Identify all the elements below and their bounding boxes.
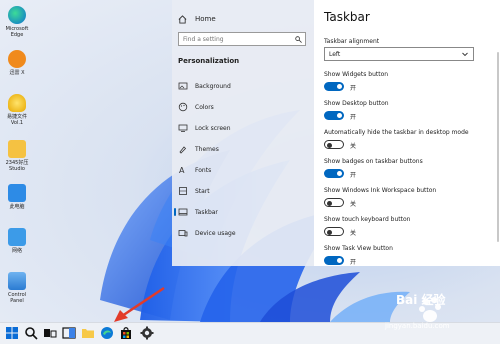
nav-item-device-usage[interactable]: Device usage [176,225,310,241]
file-explorer-icon[interactable] [81,326,95,340]
nav-item-themes[interactable]: Themes [176,141,310,157]
toggle-state: 开 [350,172,357,179]
touch-keyboard-toggle[interactable] [324,227,344,236]
toggle-state: 开 [350,259,357,266]
nav-item-label: Fonts [195,166,212,174]
nav-item-label: Background [195,82,231,90]
nav-item-background[interactable]: Background [176,78,310,94]
section-heading: Personalization [178,57,240,65]
chevron-down-icon [462,52,468,57]
nav-item-fonts[interactable]: A Fonts [176,162,310,178]
nav-item-start[interactable]: Start [176,183,310,199]
nav-item-label: Start [195,187,210,195]
settings-nav-pane: Home Personalization Background Colors L… [172,0,314,266]
palette-icon [178,102,188,112]
monitor-icon [178,124,188,132]
start-icon[interactable] [5,326,19,340]
settings-icon[interactable] [140,326,154,340]
nav-item-label: Themes [195,145,219,153]
store-icon[interactable] [119,326,133,340]
edge-icon [8,6,26,24]
svg-text:A: A [179,166,185,175]
watermark-text: Bai 经验 [396,293,446,307]
nav-item-label: Colors [195,103,214,111]
toggle-state: 关 [350,230,357,237]
nav-item-taskbar[interactable]: Taskbar [174,204,310,220]
home-icon [178,14,187,24]
nav-item-colors[interactable]: Colors [176,99,310,115]
font-icon: A [179,166,185,175]
alignment-label: Taskbar alignment [324,38,380,45]
desktop-icon-label: 网络 [11,248,22,254]
computer-icon [8,184,26,202]
settings-window: Home Personalization Background Colors L… [172,0,500,266]
toggle-label-autohide: Automatically hide the taskbar in deskto… [324,129,469,136]
page-title: Taskbar [324,10,370,24]
desktop-icon-folder[interactable]: 2345好压 Studio [2,140,32,172]
brush-icon [179,146,187,154]
autohide-toggle[interactable] [324,140,344,149]
network-icon [8,228,26,246]
desktop-icon-label: 迅雷 X [9,70,25,76]
toggle-label-desktop: Show Desktop button [324,100,389,107]
nav-home-label: Home [195,15,216,23]
edge-icon[interactable] [100,326,114,340]
toggle-state: 关 [350,143,357,150]
desktop-icon-edge[interactable]: Microsoft Edge [2,6,32,38]
picture-icon [178,82,188,90]
settings-content-pane: Taskbar Taskbar alignment Left Show Widg… [314,0,500,266]
desktop-button-toggle[interactable] [324,111,344,120]
desktop-icon-bulb[interactable]: 易捷文件 Vol.1 [2,94,32,126]
desktop-icon-thunder[interactable]: 迅雷 X [2,50,32,76]
search-box[interactable] [178,32,306,46]
desktop-icon-label: 2345好压 Studio [5,160,29,172]
badges-toggle[interactable] [324,169,344,178]
start-icon [179,187,187,195]
control-panel-icon [8,272,26,290]
nav-item-lock-screen[interactable]: Lock screen [176,120,310,136]
desktop-icon-label: 易捷文件 Vol.1 [6,114,27,126]
ink-workspace-toggle[interactable] [324,198,344,207]
toggle-state: 关 [350,201,357,208]
thunder-icon [8,50,26,68]
bulb-icon [8,94,26,112]
toggle-state: 开 [350,114,357,121]
desktop-icon-network[interactable]: 网络 [2,228,32,254]
folder-icon [8,140,26,158]
search-icon[interactable] [24,326,38,340]
toggle-label-touch-keyboard: Show touch keyboard button [324,216,411,223]
red-arrow-annotation [114,286,165,322]
toggle-label-ink: Show Windows Ink Workspace button [324,187,437,194]
desktop-icon-control-panel[interactable]: Control Panel [2,272,32,304]
toggle-label-widgets: Show Widgets button [324,71,389,78]
toggle-label-task-view: Show Task View button [324,245,393,252]
taskbar-alignment-dropdown[interactable]: Left [324,47,474,61]
taskbar-icon [178,208,188,216]
nav-item-label: Device usage [195,229,236,237]
widgets-icon[interactable] [62,326,76,340]
search-input[interactable] [183,35,291,43]
desktop-icon-computer[interactable]: 此电脑 [2,184,32,210]
desktop-icon-label: 此电脑 [9,204,25,210]
alignment-value: Left [329,50,341,58]
widgets-toggle[interactable] [324,82,344,91]
desktop-icon-label: Microsoft Edge [5,26,29,38]
toggle-state: 开 [350,85,357,92]
task-view-toggle[interactable] [324,256,344,265]
toggle-label-badges: Show badges on taskbar buttons [324,158,423,165]
search-icon[interactable] [295,36,302,43]
desktop-icon-label: Control Panel [7,292,27,304]
nav-item-label: Taskbar [195,208,218,216]
nav-home[interactable]: Home [178,12,216,26]
watermark-url: jingyan.baidu.com [385,322,450,330]
task-view-icon[interactable] [43,326,57,340]
nav-item-label: Lock screen [195,124,231,132]
device-icon [178,230,188,237]
content-scrollbar[interactable] [497,52,499,242]
